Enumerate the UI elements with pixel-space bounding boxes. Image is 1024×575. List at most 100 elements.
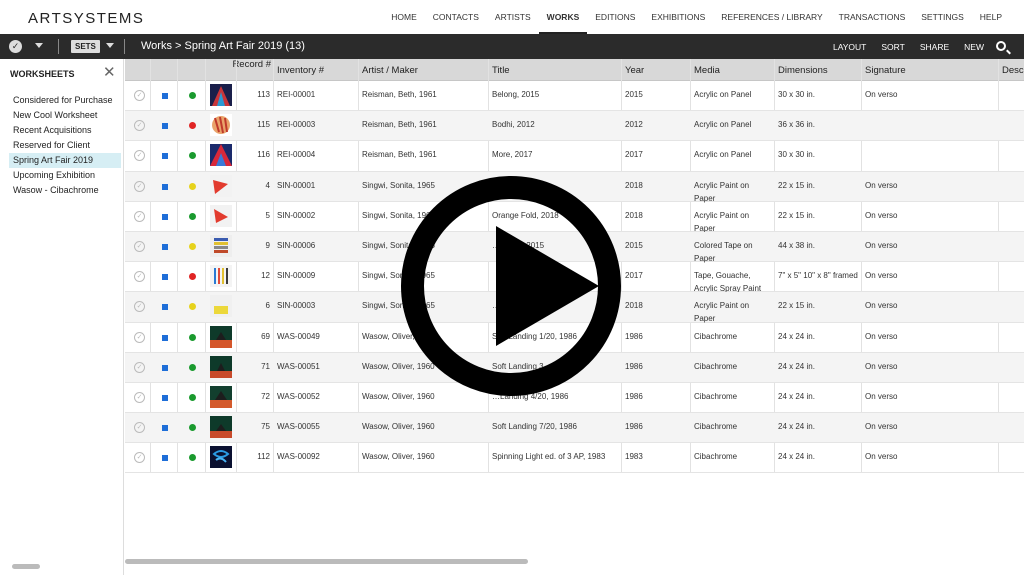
inventory-number[interactable]: WAS-00092 [277,450,320,463]
row-check-icon[interactable]: ✓ [134,120,145,132]
artwork-title[interactable]: Belong, 2015 [492,88,539,101]
video-play-overlay-icon[interactable] [401,176,621,396]
inventory-number[interactable]: SIN-00002 [277,209,315,222]
nav-item-references-library[interactable]: REFERENCES / LIBRARY [713,0,830,34]
artwork-title[interactable]: More, 2017 [492,148,532,161]
sets-button[interactable]: SETS [71,40,100,53]
row-select-marker[interactable] [162,183,168,190]
table-row[interactable]: ✓ 75 WAS-00055 Wasow, Oliver, 1960 Soft Land… [125,413,1024,444]
nav-item-transactions[interactable]: TRANSACTIONS [831,0,914,34]
nav-item-artists[interactable]: ARTISTS [487,0,539,34]
nav-item-help[interactable]: HELP [972,0,1010,34]
artwork-title[interactable]: Bodhi, 2012 [492,118,535,131]
sort-button[interactable]: SORT [881,42,904,52]
row-check-icon[interactable]: ✓ [134,422,145,434]
artwork-thumbnail[interactable] [210,416,232,439]
inventory-number[interactable]: REI-00004 [277,148,315,161]
inventory-number[interactable]: WAS-00051 [277,360,320,373]
row-select-marker[interactable] [162,93,168,99]
worksheet-item[interactable]: Recent Acquisitions [9,123,121,138]
artist-maker[interactable]: Reisman, Beth, 1961 [362,88,437,101]
row-select-marker[interactable] [162,243,168,250]
breadcrumb[interactable]: Works > Spring Art Fair 2019 (13) [141,40,305,52]
app-logo[interactable]: ARTSYSTEMS [28,10,144,27]
row-select-marker[interactable] [162,153,168,160]
column-header-artist[interactable]: Artist / Maker [362,65,418,76]
artwork-thumbnail[interactable] [210,446,232,469]
column-header-title[interactable]: Title [492,65,510,76]
row-select-marker[interactable] [162,213,168,220]
artwork-thumbnail[interactable] [210,174,232,197]
artwork-thumbnail[interactable] [210,234,232,257]
table-row[interactable]: ✓ 116 REI-00004 Reisman, Beth, 1961 More, 20… [125,141,1024,172]
worksheet-item[interactable]: Reserved for Client [9,138,121,153]
artwork-thumbnail[interactable] [210,295,232,318]
artist-maker[interactable]: Wasow, Oliver, 1960 [362,390,435,403]
inventory-number[interactable]: SIN-00001 [277,179,315,192]
inventory-number[interactable]: WAS-00052 [277,390,320,403]
table-row[interactable]: ✓ 72 WAS-00052 Wasow, Oliver, 1960 …Landing … [125,383,1024,414]
layout-button[interactable]: LAYOUT [833,42,866,52]
column-header-inventory[interactable]: Inventory # [277,65,324,76]
inventory-number[interactable]: REI-00003 [277,118,315,131]
select-all-check-icon[interactable]: ✓ [9,40,22,53]
nav-item-editions[interactable]: EDITIONS [587,0,643,34]
column-header-signature[interactable]: Signature [865,65,906,76]
artwork-thumbnail[interactable] [210,84,232,106]
column-header-year[interactable]: Year [625,65,644,76]
table-row[interactable]: ✓ 113 REI-00001 Reisman, Beth, 1961 Belong, … [125,81,1024,112]
row-select-marker[interactable] [162,394,168,401]
inventory-number[interactable]: SIN-00009 [277,269,315,282]
artwork-title[interactable]: Spinning Light ed. of 3 AP, 1983 [492,450,605,463]
inventory-number[interactable]: WAS-00049 [277,330,320,343]
column-header-desc[interactable]: Desc [1002,65,1024,76]
share-button[interactable]: SHARE [920,42,949,52]
sidebar-scrollbar[interactable] [12,564,40,569]
row-check-icon[interactable]: ✓ [134,210,145,222]
artist-maker[interactable]: Singwi, Sonita, 1965 [362,179,435,192]
row-check-icon[interactable]: ✓ [134,331,145,343]
horizontal-scrollbar[interactable] [125,559,528,564]
row-select-marker[interactable] [162,364,168,371]
nav-item-contacts[interactable]: CONTACTS [425,0,487,34]
artist-maker[interactable]: Reisman, Beth, 1961 [362,148,437,161]
artwork-thumbnail[interactable] [210,265,232,288]
row-select-marker[interactable] [162,334,168,341]
search-icon[interactable] [996,41,1006,51]
inventory-number[interactable]: WAS-00055 [277,420,320,433]
nav-item-works[interactable]: WORKS [538,0,588,34]
worksheet-item[interactable]: New Cool Worksheet [9,108,121,123]
row-select-marker[interactable] [162,455,168,462]
close-icon[interactable]: ✕ [103,65,116,80]
artwork-thumbnail[interactable] [210,355,232,378]
artwork-thumbnail[interactable] [210,325,232,348]
row-select-marker[interactable] [162,304,168,311]
row-select-marker[interactable] [162,274,168,281]
artist-maker[interactable]: Wasow, Oliver, 1960 [362,420,435,433]
worksheet-item[interactable]: Upcoming Exhibition [9,168,121,183]
nav-item-home[interactable]: HOME [383,0,425,34]
artwork-title[interactable]: Soft Landing 7/20, 1986 [492,420,577,433]
table-row[interactable]: ✓ 115 REI-00003 Reisman, Beth, 1961 Bodhi, 2… [125,111,1024,142]
new-button[interactable]: NEW [964,42,984,52]
artist-maker[interactable]: Reisman, Beth, 1961 [362,118,437,131]
inventory-number[interactable]: SIN-00006 [277,239,315,252]
row-select-marker[interactable] [162,425,168,432]
row-check-icon[interactable]: ✓ [134,391,145,403]
row-check-icon[interactable]: ✓ [134,361,145,373]
row-check-icon[interactable]: ✓ [134,240,145,252]
row-check-icon[interactable]: ✓ [134,180,145,192]
worksheet-item[interactable]: Spring Art Fair 2019 [9,153,121,168]
column-header-record[interactable]: Record # [231,60,271,70]
row-check-icon[interactable]: ✓ [134,301,145,313]
nav-item-exhibitions[interactable]: EXHIBITIONS [643,0,713,34]
selection-menu-caret-icon[interactable] [35,43,43,48]
row-select-marker[interactable] [162,123,168,130]
row-check-icon[interactable]: ✓ [134,452,145,464]
artwork-thumbnail[interactable] [210,114,232,137]
row-check-icon[interactable]: ✓ [134,150,145,162]
worksheet-item[interactable]: Wasow - Cibachrome [9,183,121,198]
artwork-thumbnail[interactable] [210,144,232,167]
sets-menu-caret-icon[interactable] [106,43,114,48]
table-row[interactable]: ✓ 112 WAS-00092 Wasow, Oliver, 1960 Spinning… [125,443,1024,474]
